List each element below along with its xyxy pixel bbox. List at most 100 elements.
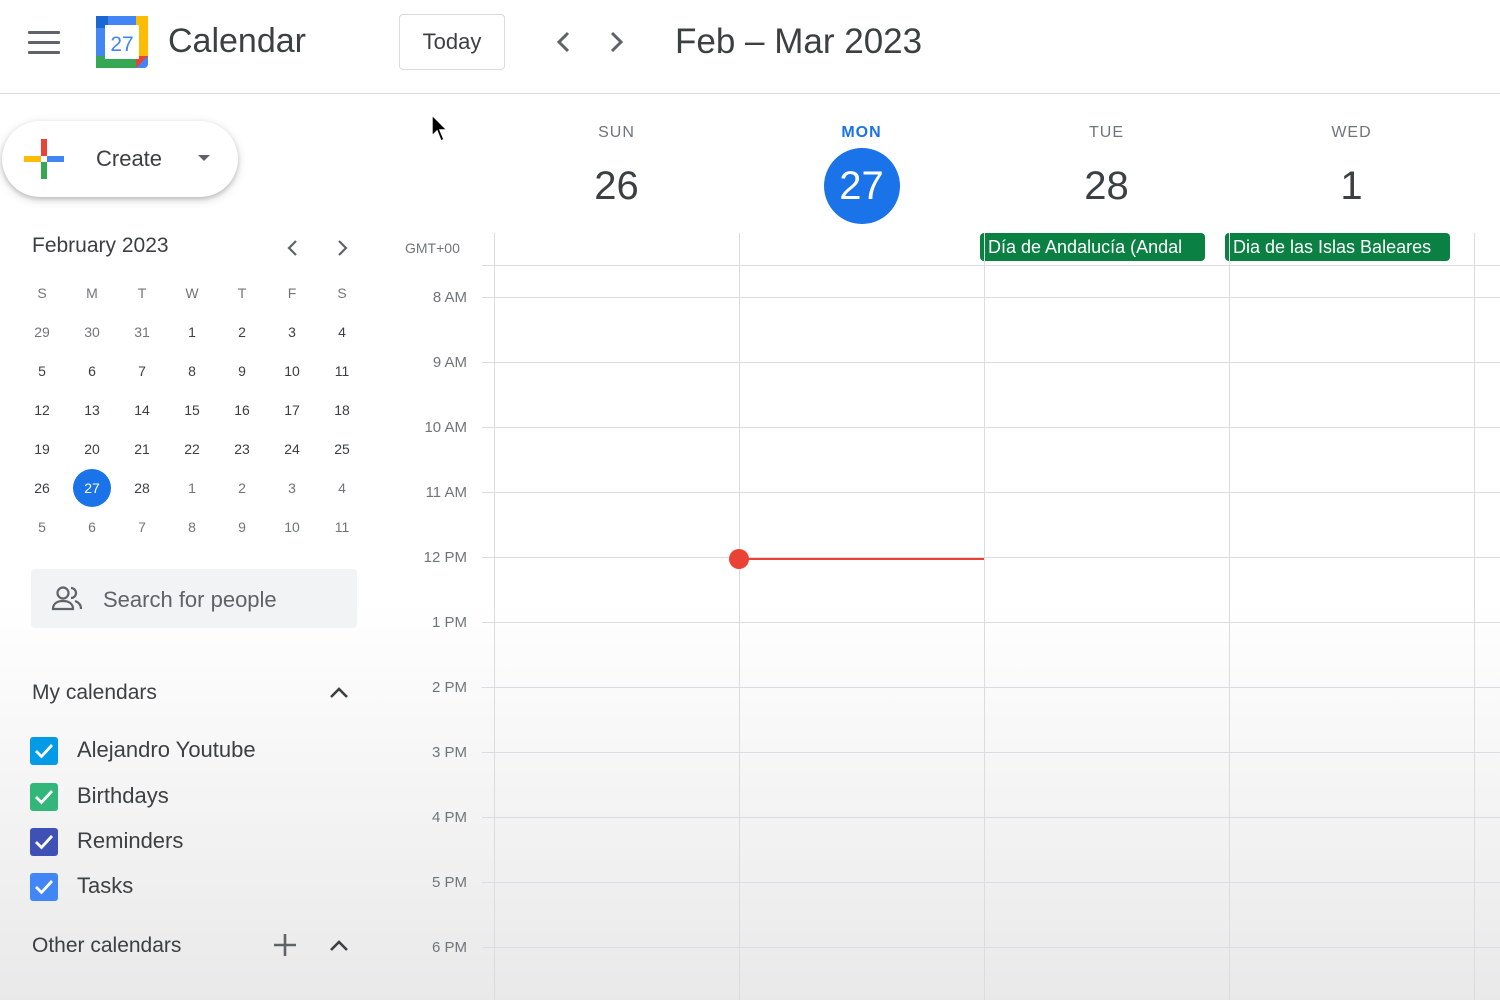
- mini-calendar-day[interactable]: 2: [217, 468, 267, 507]
- mini-calendar-day[interactable]: 28: [117, 468, 167, 507]
- mini-calendar-grid: SMTWTFS 29 30 31 1 2 3 4 5 6 7 8 9 10 11 12 13 14 15 16 17 1…: [17, 274, 367, 546]
- mini-calendar-day-number: 30: [84, 323, 100, 340]
- mini-calendar-day[interactable]: 21: [117, 429, 167, 468]
- mini-calendar-day-number: 17: [284, 401, 300, 418]
- mini-calendar-day[interactable]: 23: [217, 429, 267, 468]
- mini-calendar-day[interactable]: 5: [17, 507, 67, 546]
- my-calendars-title[interactable]: My calendars: [32, 681, 157, 705]
- mini-calendar-day[interactable]: 17: [267, 390, 317, 429]
- add-other-calendar-plus-icon[interactable]: [272, 932, 298, 958]
- all-day-event-chip[interactable]: Día de Andalucía (Andal: [980, 233, 1205, 261]
- day-column-divider: [1229, 233, 1230, 1000]
- mini-calendar-previous-month-icon[interactable]: [281, 236, 305, 260]
- mini-calendar-day[interactable]: 13: [67, 390, 117, 429]
- mini-calendar-day[interactable]: 9: [217, 351, 267, 390]
- hour-label: 8 AM: [432, 289, 467, 306]
- calendar-checkbox-item[interactable]: Tasks: [30, 870, 330, 904]
- calendar-label: Reminders: [77, 828, 184, 853]
- hour-gridline: [482, 687, 1500, 688]
- mini-calendar-day[interactable]: 12: [17, 390, 67, 429]
- calendar-checkbox-item[interactable]: Reminders: [30, 825, 330, 859]
- mini-calendar-day-number: 4: [338, 323, 346, 340]
- mini-calendar-day[interactable]: 1: [167, 468, 217, 507]
- next-week-chevron-icon[interactable]: [600, 26, 632, 58]
- mini-calendar-day[interactable]: 30: [67, 312, 117, 351]
- day-number[interactable]: 28: [984, 148, 1229, 224]
- mini-calendar-next-month-icon[interactable]: [330, 236, 354, 260]
- mini-calendar-day[interactable]: 26: [17, 468, 67, 507]
- mini-calendar-day[interactable]: 4: [317, 312, 367, 351]
- day-column-divider: [984, 233, 985, 1000]
- mini-calendar-day[interactable]: 31: [117, 312, 167, 351]
- collapse-other-calendars-chevron-up-icon[interactable]: [327, 934, 351, 958]
- mini-calendar-day-number: 3: [288, 323, 296, 340]
- mini-calendar-day[interactable]: 6: [67, 507, 117, 546]
- day-number[interactable]: 26: [494, 148, 739, 224]
- mini-calendar-day[interactable]: 10: [267, 507, 317, 546]
- mini-calendar-day[interactable]: 3: [267, 312, 317, 351]
- calendar-checkbox-item[interactable]: Alejandro Youtube: [30, 734, 330, 768]
- day-number-text: 26: [594, 164, 639, 208]
- search-people-input[interactable]: Search for people: [31, 569, 357, 628]
- mini-calendar-day[interactable]: 22: [167, 429, 217, 468]
- mini-calendar-day[interactable]: 20: [67, 429, 117, 468]
- checkbox-checked-icon[interactable]: [30, 737, 58, 765]
- mini-calendar-day[interactable]: 24: [267, 429, 317, 468]
- mini-calendar-day-number: 21: [134, 440, 150, 457]
- mini-calendar-day-number: 25: [334, 440, 350, 457]
- mini-calendar-weekday: M: [86, 285, 98, 301]
- mini-calendar-day[interactable]: 11: [317, 351, 367, 390]
- day-header-mon[interactable]: MON 27: [739, 118, 984, 224]
- mini-calendar-day[interactable]: 16: [217, 390, 267, 429]
- mini-calendar-day[interactable]: 7: [117, 351, 167, 390]
- collapse-my-calendars-chevron-up-icon[interactable]: [327, 681, 351, 705]
- mini-calendar-day[interactable]: 5: [17, 351, 67, 390]
- day-number-text: 1: [1340, 164, 1363, 208]
- colored-plus-icon: [24, 139, 64, 179]
- checkmark-icon: [35, 744, 54, 759]
- mini-calendar-day[interactable]: 14: [117, 390, 167, 429]
- calendar-checkbox-item[interactable]: Birthdays: [30, 780, 330, 814]
- search-people-placeholder: Search for people: [103, 587, 277, 612]
- day-header-tue[interactable]: TUE 28: [984, 118, 1229, 224]
- hour-label: 11 AM: [425, 484, 467, 501]
- checkbox-checked-icon[interactable]: [30, 873, 58, 901]
- day-header-sun[interactable]: SUN 26: [494, 118, 739, 224]
- day-header-wed[interactable]: WED 1: [1229, 118, 1474, 224]
- checkbox-checked-icon[interactable]: [30, 828, 58, 856]
- mini-calendar-day[interactable]: 1: [167, 312, 217, 351]
- mini-calendar-day[interactable]: 11: [317, 507, 367, 546]
- mini-calendar-day[interactable]: 19: [17, 429, 67, 468]
- mini-calendar-day-number: 3: [288, 479, 296, 496]
- mini-calendar-day-number: 11: [334, 518, 350, 535]
- mini-calendar-day[interactable]: 10: [267, 351, 317, 390]
- mini-calendar-day-number: 10: [284, 362, 300, 379]
- mini-calendar-day[interactable]: 8: [167, 507, 217, 546]
- day-number[interactable]: 1: [1229, 148, 1474, 224]
- day-column-divider: [1474, 233, 1475, 1000]
- create-button[interactable]: Create: [2, 121, 238, 197]
- mini-calendar-day[interactable]: 25: [317, 429, 367, 468]
- mini-calendar-day[interactable]: 3: [267, 468, 317, 507]
- mini-calendar-day[interactable]: 7: [117, 507, 167, 546]
- mini-calendar-day[interactable]: 27: [67, 468, 117, 507]
- day-name: MON: [841, 124, 882, 141]
- mini-calendar-day[interactable]: 2: [217, 312, 267, 351]
- mini-calendar-day[interactable]: 29: [17, 312, 67, 351]
- hour-gridline: [482, 817, 1500, 818]
- mini-calendar-day[interactable]: 8: [167, 351, 217, 390]
- mini-calendar-day[interactable]: 9: [217, 507, 267, 546]
- previous-week-chevron-icon[interactable]: [548, 26, 580, 58]
- main-menu-icon[interactable]: [28, 31, 60, 55]
- mini-calendar-day[interactable]: 6: [67, 351, 117, 390]
- today-button[interactable]: Today: [399, 14, 505, 70]
- all-day-event-chip[interactable]: Dia de las Islas Baleares: [1225, 233, 1450, 261]
- mini-calendar-day[interactable]: 18: [317, 390, 367, 429]
- mini-calendar-day[interactable]: 4: [317, 468, 367, 507]
- day-number[interactable]: 27: [739, 148, 984, 224]
- hour-label: 5 PM: [431, 874, 467, 891]
- checkbox-checked-icon[interactable]: [30, 783, 58, 811]
- mini-calendar-day[interactable]: 15: [167, 390, 217, 429]
- timezone-label: GMT+00: [405, 240, 460, 256]
- mini-calendar-day-number: 5: [38, 362, 46, 379]
